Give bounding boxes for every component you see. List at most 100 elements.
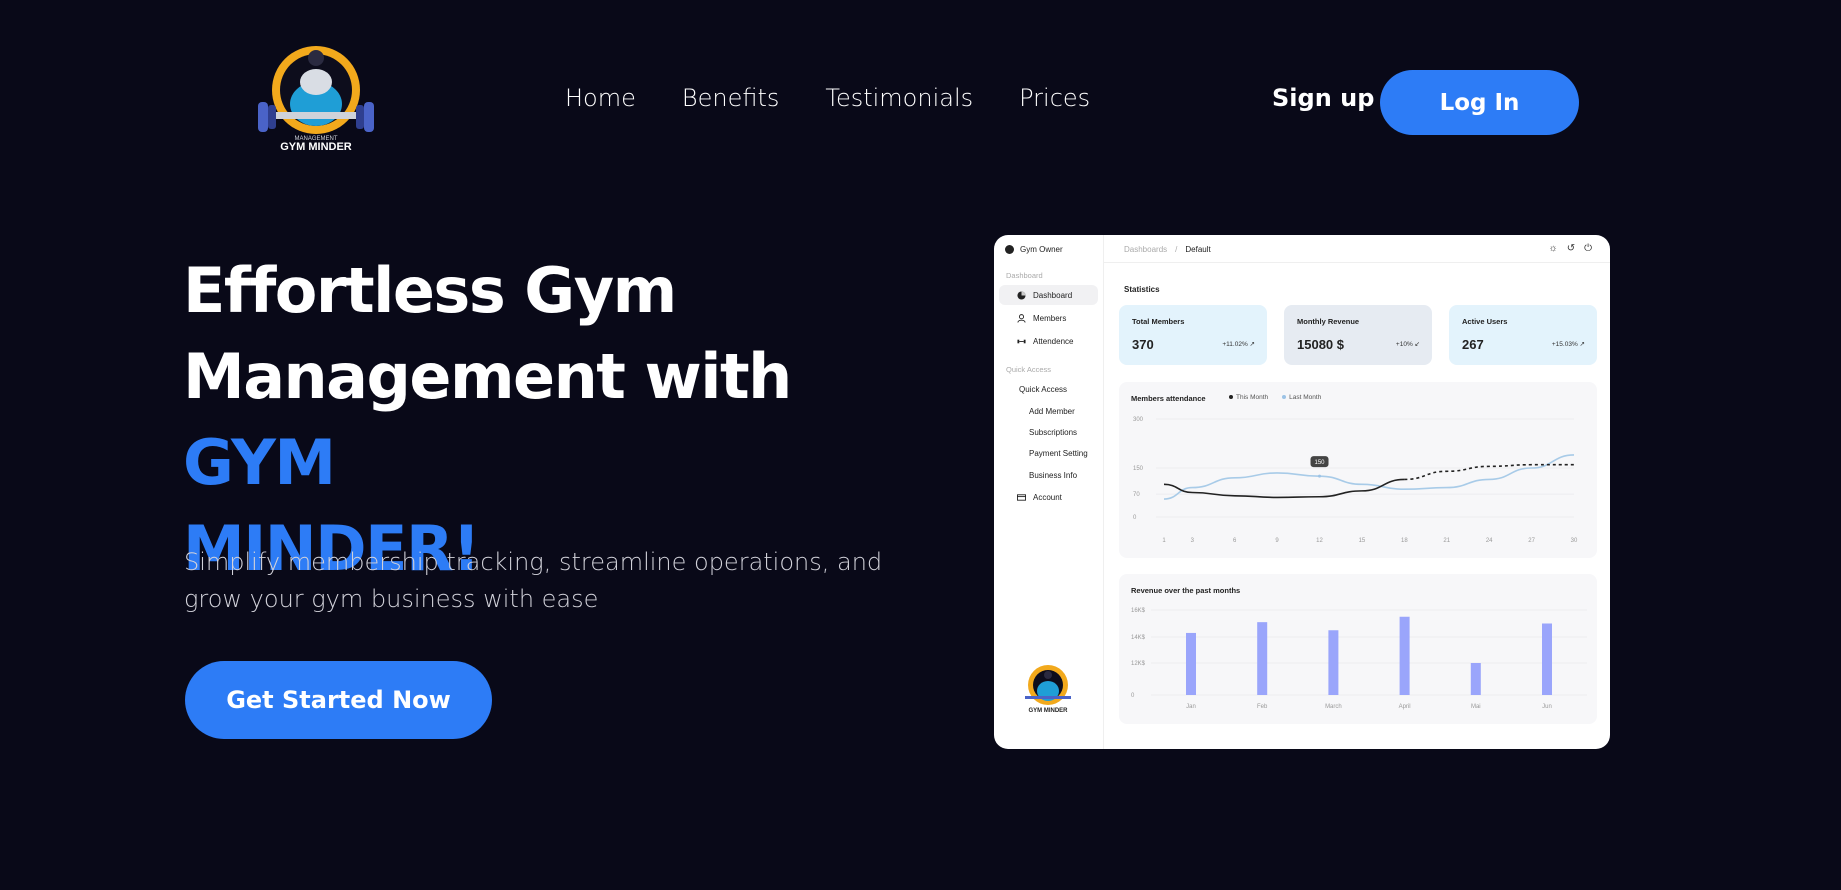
nav-home[interactable]: Home [565, 84, 636, 112]
stat-value: 370 [1132, 337, 1154, 352]
x-tick-label: Jan [1186, 704, 1196, 710]
stat-change: +15.03% ↗ [1551, 341, 1585, 348]
pie-icon [1017, 290, 1026, 300]
x-tick-label: April [1399, 704, 1411, 710]
x-tick-label: 18 [1401, 538, 1408, 544]
hero-title-line1: Effortless Gym [183, 254, 677, 327]
stat-label: Monthly Revenue [1297, 317, 1360, 326]
y-tick-label: 70 [1133, 492, 1140, 498]
stat-card-monthly-revenue: Monthly Revenue 15080 $ +10% ↙ [1284, 305, 1432, 365]
y-tick-label: 12K$ [1131, 661, 1146, 667]
sidebar-sub-subscriptions[interactable]: Subscriptions [1029, 428, 1077, 437]
stat-label: Active Users [1462, 317, 1508, 326]
toolbar-icons: ☼ ↺ ⏻ [1549, 243, 1592, 254]
sidebar-item-label: Dashboard [1033, 290, 1073, 300]
x-tick-label: 30 [1571, 538, 1578, 544]
tooltip-label: 150 [1315, 460, 1326, 466]
revenue-bar [1257, 622, 1268, 695]
sidebar-section-dashboard: Dashboard [1006, 271, 1043, 280]
revenue-bar [1542, 623, 1552, 695]
x-tick-label: 6 [1233, 538, 1237, 544]
avatar-icon [1005, 245, 1014, 254]
nav-prices[interactable]: Prices [1019, 84, 1090, 112]
card-icon [1017, 493, 1026, 501]
logo-text: GYM MINDER [280, 141, 352, 153]
owner-profile[interactable]: Gym Owner [1005, 245, 1063, 254]
sidebar-item-members[interactable]: Members [999, 308, 1098, 328]
stat-change: +11.02% ↗ [1222, 341, 1255, 348]
user-icon [1017, 313, 1026, 323]
x-tick-label: 15 [1359, 538, 1366, 544]
x-tick-label: Jun [1542, 704, 1552, 710]
x-tick-label: 27 [1528, 538, 1535, 544]
stat-value: 267 [1462, 337, 1484, 352]
signup-link[interactable]: Sign up [1272, 84, 1374, 112]
series-line-last-month [1163, 454, 1575, 500]
header-divider [1104, 262, 1610, 263]
revenue-panel: Revenue over the past months 16K$ 14K$ 12K… [1119, 574, 1597, 724]
revenue-bar [1399, 616, 1410, 695]
sidebar-section-quick: Quick Access [1006, 365, 1052, 374]
x-tick-label: 21 [1443, 538, 1450, 544]
stat-value: 15080 $ [1297, 337, 1344, 352]
owner-name: Gym Owner [1020, 245, 1063, 254]
y-tick-label: 0 [1131, 693, 1135, 699]
revenue-bar-chart: 16K$ 14K$ 12K$ 0 Jan Feb March April Mai Jun [1131, 608, 1587, 710]
logout-icon[interactable]: ⏻ [1584, 243, 1592, 254]
dashboard-main: Dashboards / Default ☼ ↺ ⏻ Statistics To… [1104, 235, 1610, 749]
sidebar-sub-business-info[interactable]: Business Info [1029, 471, 1077, 480]
y-tick-label: 0 [1133, 515, 1137, 521]
sidebar-sub-payment-setting[interactable]: Payment Setting [1029, 449, 1088, 458]
sidebar-sub-add-member[interactable]: Add Member [1029, 407, 1075, 416]
x-tick-label: Feb [1257, 704, 1268, 710]
revenue-bar [1470, 663, 1481, 695]
get-started-button[interactable]: Get Started Now [185, 661, 492, 739]
y-tick-label: 300 [1133, 417, 1144, 423]
breadcrumb: Dashboards / Default [1124, 245, 1211, 254]
sidebar-item-label: Attendence [1033, 336, 1074, 346]
revenue-bar [1186, 632, 1196, 695]
attendance-line-chart: 300 150 70 0 1 3 6 9 12 15 18 21 24 27 30 150 [1133, 417, 1578, 544]
login-button[interactable]: Log In [1380, 70, 1579, 135]
sidebar-item-label: Quick Access [1019, 384, 1068, 394]
sidebar-item-quick-access[interactable]: Quick Access [999, 379, 1098, 399]
trend-down-icon: ↙ [1414, 341, 1420, 348]
y-tick-label: 150 [1133, 466, 1144, 472]
sidebar-item-attendence[interactable]: Attendence [999, 331, 1098, 351]
x-tick-label: 12 [1316, 538, 1323, 544]
statistics-title: Statistics [1124, 285, 1160, 294]
hero-title-line2: Management with [183, 340, 792, 413]
x-tick-label: 1 [1162, 538, 1166, 544]
tooltip-point [1318, 474, 1322, 478]
attendance-panel: Members attendance This Month Last Month… [1119, 382, 1597, 558]
hero-subtitle: Simplify membership tracking, streamline… [184, 548, 883, 613]
x-tick-label: March [1325, 704, 1342, 710]
series-line-this-month [1163, 478, 1405, 499]
sidebar-item-account[interactable]: Account [999, 487, 1098, 507]
stat-card-total-members: Total Members 370 +11.02% ↗ [1119, 305, 1267, 365]
nav-benefits[interactable]: Benefits [682, 84, 780, 112]
history-icon[interactable]: ↺ [1567, 243, 1575, 254]
breadcrumb-default[interactable]: Default [1185, 245, 1210, 254]
gym-minder-logo: MANAGEMENT GYM MINDER [258, 46, 374, 153]
dashboard-preview: Gym Owner Dashboard Dashboard Members At… [994, 235, 1610, 749]
x-tick-label: 3 [1191, 538, 1195, 544]
series-line-this-month-projection [1404, 463, 1574, 481]
x-tick-label: 24 [1486, 538, 1493, 544]
dumbbell-icon [1017, 339, 1026, 343]
sidebar-item-dashboard[interactable]: Dashboard [999, 285, 1098, 305]
breadcrumb-dashboards[interactable]: Dashboards [1124, 245, 1167, 254]
sidebar-item-label: Account [1033, 492, 1062, 502]
nav-testimonials[interactable]: Testimonials [825, 84, 973, 112]
stat-label: Total Members [1132, 317, 1185, 326]
dashboard-sidebar: Gym Owner Dashboard Dashboard Members At… [994, 235, 1104, 749]
y-tick-label: 14K$ [1131, 635, 1146, 641]
y-tick-label: 16K$ [1131, 608, 1146, 614]
breadcrumb-separator: / [1175, 245, 1178, 254]
main-nav: Home Benefits Testimonials Prices [565, 84, 1090, 112]
stat-change: +10% ↙ [1395, 341, 1420, 348]
sun-icon[interactable]: ☼ [1549, 243, 1558, 254]
stat-card-active-users: Active Users 267 +15.03% ↗ [1449, 305, 1597, 365]
x-tick-label: Mai [1471, 704, 1481, 710]
hero-title: Effortless Gym Management with GYM MINDE… [183, 248, 943, 592]
